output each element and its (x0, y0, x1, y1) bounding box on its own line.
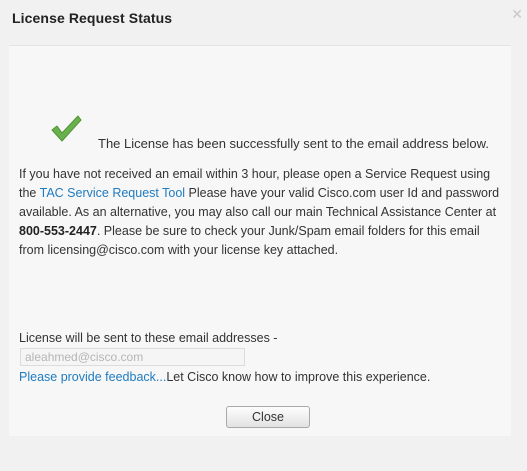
feedback-text: Let Cisco know how to improve this exper… (166, 370, 431, 384)
checkmark-icon (51, 115, 82, 142)
email-addresses-label: License will be sent to these email addr… (19, 331, 278, 345)
tac-service-request-link[interactable]: TAC Service Request Tool (40, 186, 185, 200)
feedback-link[interactable]: Please provide feedback... (19, 370, 166, 384)
license-request-status-dialog: License Request Status ✕ The License has… (0, 0, 527, 471)
dialog-title: License Request Status (12, 10, 173, 26)
dialog-titlebar: License Request Status ✕ (0, 0, 527, 44)
feedback-line: Please provide feedback...Let Cisco know… (19, 370, 430, 384)
close-button[interactable]: Close (226, 406, 310, 428)
email-address-field[interactable] (20, 348, 245, 366)
success-message: The License has been successfully sent t… (98, 136, 489, 151)
success-message-block: The License has been successfully sent t… (19, 102, 499, 153)
close-icon[interactable]: ✕ (511, 7, 523, 21)
instructions-paragraph: If you have not received an email within… (19, 165, 503, 260)
tac-phone-number: 800-553-2447 (19, 224, 97, 238)
dialog-content: The License has been successfully sent t… (9, 45, 511, 436)
